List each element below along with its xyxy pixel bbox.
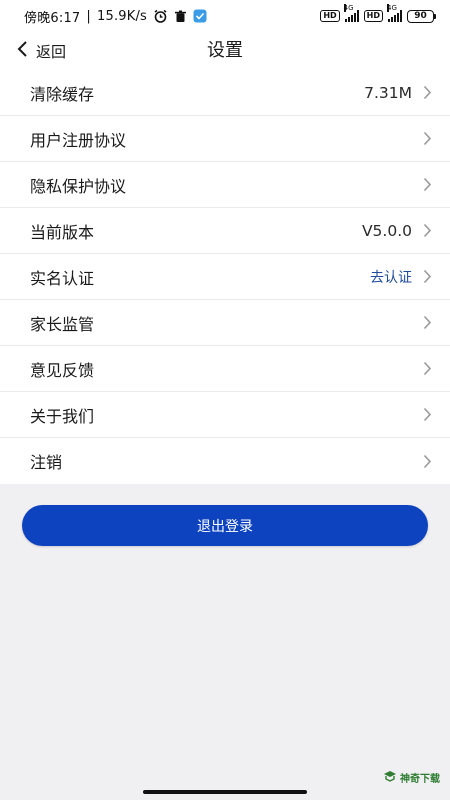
trash-icon (174, 10, 187, 23)
settings-item-label: 清除缓存 (30, 84, 95, 104)
chevron-right-icon (422, 361, 432, 377)
watermark-text: 神奇下载 (400, 774, 440, 785)
alarm-clock-icon (153, 9, 168, 23)
version-value: V5.0.0 (361, 221, 412, 240)
logout-button[interactable]: 退出登录 (22, 505, 428, 546)
header-bar: 返回 设置 (0, 32, 450, 70)
battery-icon: 90 (407, 9, 436, 23)
settings-item-label: 关于我们 (30, 406, 95, 426)
settings-item-label: 隐私保护协议 (30, 176, 127, 196)
watermark-logo: 神奇下载 (383, 770, 440, 785)
settings-list: 清除缓存 7.31M 用户注册协议 隐私保护协议 当前版本 V5.0.0 实名认… (0, 70, 450, 484)
settings-item-label: 家长监管 (30, 314, 95, 334)
settings-item-parental-control[interactable]: 家长监管 (0, 300, 450, 346)
watermark-icon (383, 770, 397, 785)
settings-item-label: 当前版本 (30, 222, 95, 242)
settings-item-current-version[interactable]: 当前版本 V5.0.0 (0, 208, 450, 254)
hd-badge: HD (320, 10, 340, 22)
chevron-right-icon (422, 85, 432, 101)
chevron-right-icon (422, 269, 432, 285)
back-label: 返回 (36, 42, 67, 61)
settings-item-user-agreement[interactable]: 用户注册协议 (0, 116, 450, 162)
status-bar: 傍晚6:17 | 15.9K/s HD 4G HD 4G 90 (0, 0, 450, 32)
settings-item-privacy-policy[interactable]: 隐私保护协议 (0, 162, 450, 208)
network-type-label: 4G (387, 4, 397, 12)
chevron-right-icon (422, 223, 432, 239)
verify-link[interactable]: 去认证 (370, 267, 412, 287)
settings-item-clear-cache[interactable]: 清除缓存 7.31M (0, 70, 450, 116)
settings-item-label: 意见反馈 (30, 360, 95, 380)
chevron-right-icon (422, 315, 432, 331)
settings-item-label: 用户注册协议 (30, 130, 127, 150)
status-left: 傍晚6:17 | 15.9K/s (24, 7, 207, 26)
hd-badge: HD (363, 10, 383, 22)
status-separator: | (86, 8, 91, 24)
settings-item-about-us[interactable]: 关于我们 (0, 392, 450, 438)
signal-strength-icon: 4G (387, 4, 402, 22)
chevron-right-icon (422, 131, 432, 147)
settings-item-label: 实名认证 (30, 268, 95, 288)
network-speed: 15.9K/s (97, 8, 148, 24)
cache-size-value: 7.31M (364, 83, 412, 102)
page-title: 设置 (207, 40, 243, 61)
battery-level: 90 (407, 9, 434, 23)
chevron-right-icon (422, 177, 432, 193)
network-type-label: 4G (343, 4, 354, 12)
chevron-right-icon (422, 453, 432, 469)
chevron-left-icon (16, 40, 28, 62)
app-notification-icon (193, 9, 207, 23)
signal-strength-icon: 4G (343, 4, 359, 22)
status-time: 傍晚6:17 (24, 10, 81, 26)
settings-item-real-name-verification[interactable]: 实名认证 去认证 (0, 254, 450, 300)
settings-item-deregister[interactable]: 注销 (0, 438, 450, 484)
chevron-right-icon (422, 407, 432, 423)
status-right: HD 4G HD 4G 90 (320, 4, 436, 23)
settings-item-feedback[interactable]: 意见反馈 (0, 346, 450, 392)
settings-item-label: 注销 (30, 453, 63, 472)
back-button[interactable]: 返回 (16, 32, 66, 70)
home-indicator[interactable] (143, 790, 307, 794)
